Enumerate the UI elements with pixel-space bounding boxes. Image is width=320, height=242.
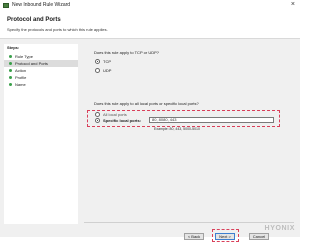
wizard-window: New Inbound Rule Wizard × Protocol and P…	[0, 0, 300, 242]
ports-question: Does this rule apply to all local ports …	[94, 101, 199, 106]
step-bullet-icon	[9, 69, 12, 72]
back-button[interactable]: < Back	[184, 233, 204, 240]
step-bullet-icon	[9, 83, 12, 86]
all-ports-label: All local ports	[103, 112, 127, 117]
step-label: Name	[15, 82, 26, 87]
step-label: Rule Type	[15, 54, 33, 59]
close-icon[interactable]: ×	[291, 1, 295, 9]
cancel-button[interactable]: Cancel	[249, 233, 269, 240]
udp-label: UDP	[103, 68, 112, 73]
steps-title: Steps:	[7, 45, 20, 50]
step-action[interactable]: Action	[4, 67, 78, 74]
steps-panel: Steps: Rule Type Protocol and Ports Acti…	[4, 44, 78, 224]
all-ports-radio[interactable]	[95, 112, 100, 117]
step-label: Action	[15, 68, 27, 73]
ports-example: Example: 80, 443, 5000-5010	[154, 127, 200, 131]
specific-ports-label: Specific local ports:	[103, 118, 142, 123]
page-header: Protocol and Ports Specify the protocols…	[0, 12, 300, 39]
firewall-icon	[3, 3, 9, 8]
next-button[interactable]: Next >	[215, 233, 235, 240]
udp-radio[interactable]	[95, 68, 100, 73]
step-profile[interactable]: Profile	[4, 74, 78, 81]
protocol-question: Does this rule apply to TCP or UDP?	[94, 50, 159, 55]
step-bullet-icon	[9, 76, 12, 79]
step-label: Protocol and Ports	[15, 61, 48, 66]
specific-ports-radio[interactable]	[95, 118, 100, 123]
page-title: Protocol and Ports	[7, 17, 61, 23]
step-protocol-and-ports[interactable]: Protocol and Ports	[4, 60, 78, 67]
footer-divider	[84, 222, 294, 223]
step-bullet-icon	[9, 55, 12, 58]
tcp-label: TCP	[103, 59, 111, 64]
step-bullet-icon	[9, 62, 12, 65]
step-rule-type[interactable]: Rule Type	[4, 53, 78, 60]
title-bar: New Inbound Rule Wizard ×	[0, 0, 300, 12]
main-content: Does this rule apply to TCP or UDP? TCP …	[84, 44, 294, 224]
page-description: Specify the protocols and ports to which…	[7, 27, 108, 32]
tcp-radio[interactable]	[95, 59, 100, 64]
step-label: Profile	[15, 75, 27, 80]
step-name[interactable]: Name	[4, 81, 78, 88]
ports-input[interactable]: 80, 8080, 443	[149, 117, 274, 123]
window-title: New Inbound Rule Wizard	[12, 2, 71, 8]
brand-watermark: HYONIX	[264, 225, 295, 232]
